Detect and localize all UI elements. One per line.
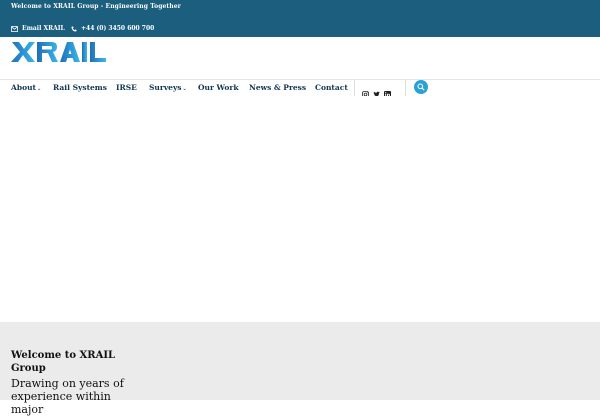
nav-label: About	[11, 83, 36, 92]
phone-icon	[71, 26, 77, 32]
phone-label: +44 (0) 3450 600 700	[81, 25, 155, 32]
nav-label: News & Press	[249, 83, 307, 92]
nav-divider	[354, 80, 355, 96]
nav-label: IRSE	[116, 83, 137, 92]
nav-label: Rail Systems	[53, 83, 107, 92]
email-link[interactable]: Email XRAIL	[11, 25, 65, 32]
intro-text: Drawing on years of experience within ma…	[11, 377, 124, 416]
email-label: Email XRAIL	[22, 25, 65, 32]
nav-label: Contact	[315, 83, 348, 92]
chevron-down-icon: ⌄	[36, 86, 42, 92]
intro-section: Welcome to XRAIL Group Drawing on years …	[0, 322, 600, 416]
nav-label: Surveys	[149, 83, 182, 92]
xrail-logo[interactable]	[10, 40, 108, 68]
phone-link[interactable]: +44 (0) 3450 600 700	[71, 25, 154, 32]
site-header	[0, 37, 600, 80]
chevron-down-icon: ⌄	[182, 86, 187, 92]
intro-title: Welcome to XRAIL Group	[11, 350, 116, 374]
nav-item-rail-systems[interactable]: Rail Systems	[53, 83, 107, 92]
search-button[interactable]	[414, 80, 428, 94]
nav-item-contact[interactable]: Contact	[315, 83, 348, 92]
hero-area	[0, 96, 600, 322]
envelope-icon	[11, 25, 18, 32]
search-icon	[417, 83, 425, 91]
nav-label: Our Work	[198, 83, 239, 92]
top-bar: Welcome to XRAIL Group - Engineering Tog…	[0, 0, 600, 37]
nav-divider	[405, 80, 406, 96]
nav-item-news-press[interactable]: News & Press	[249, 83, 306, 92]
xrail-logo-mark	[11, 42, 106, 62]
main-nav: About⌄ Rail Systems IRSE Surveys⌄ Our Wo…	[0, 80, 600, 98]
nav-item-surveys[interactable]: Surveys⌄	[149, 83, 187, 92]
welcome-text: Welcome to XRAIL Group - Engineering Tog…	[11, 3, 181, 10]
nav-item-our-work[interactable]: Our Work	[198, 83, 239, 92]
nav-item-irse[interactable]: IRSE	[116, 83, 137, 92]
nav-item-about[interactable]: About⌄	[11, 83, 41, 92]
